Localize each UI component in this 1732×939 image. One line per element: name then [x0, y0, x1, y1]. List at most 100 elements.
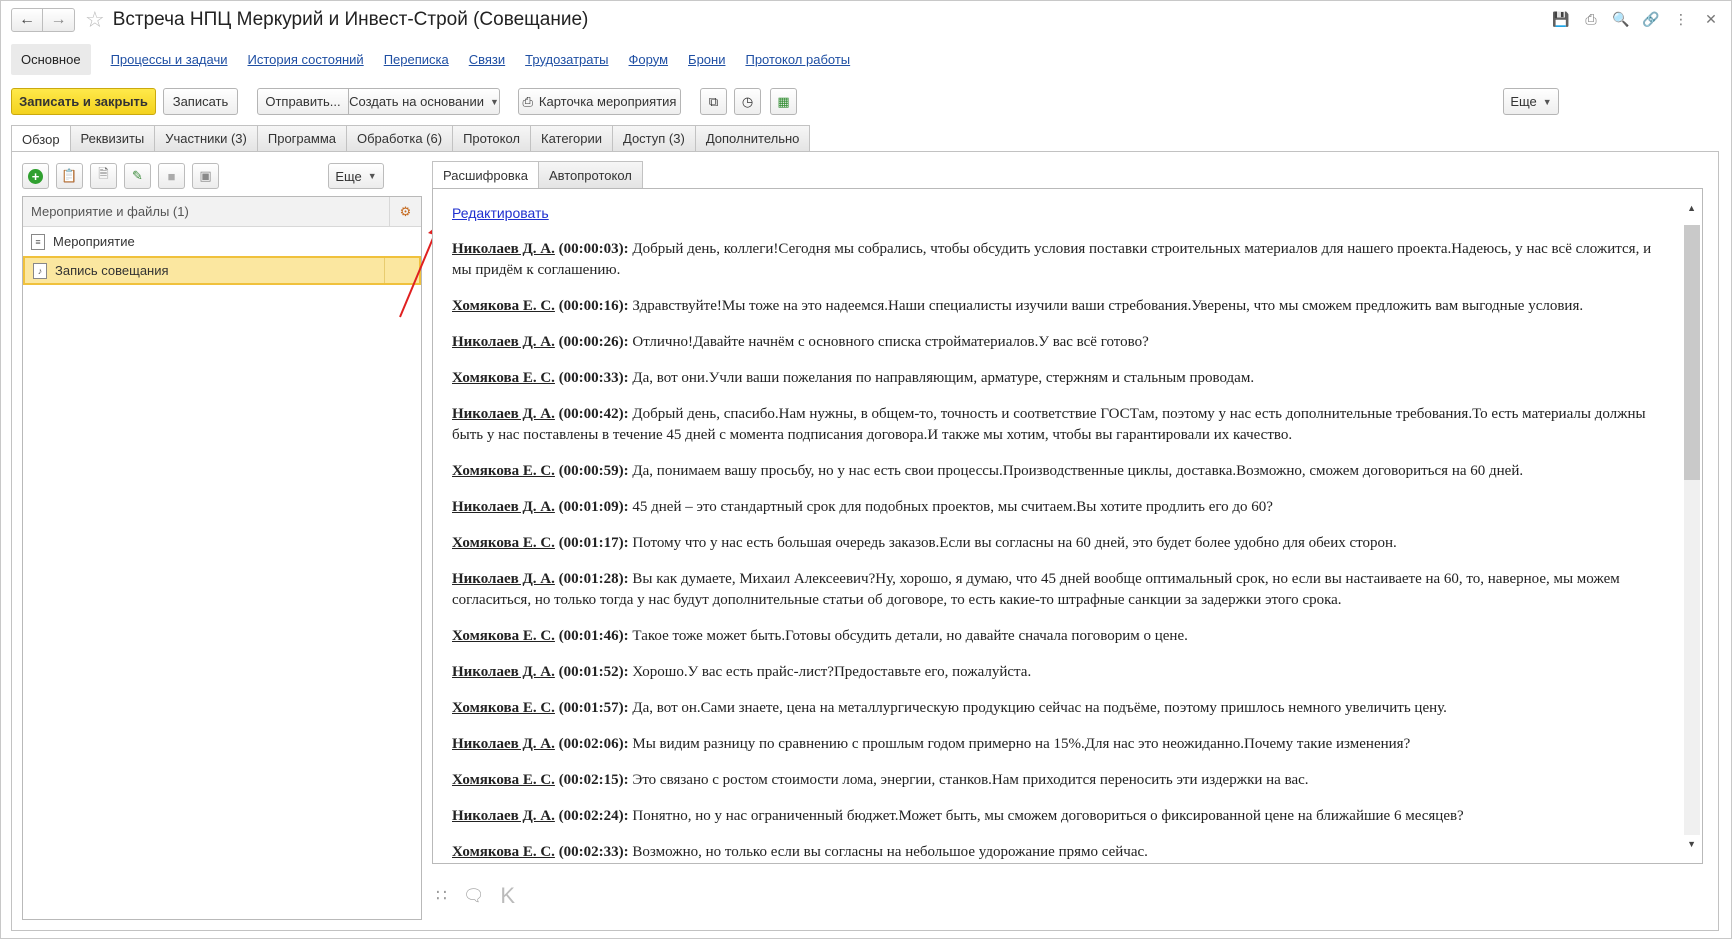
- event-card-button[interactable]: ⎙ Карточка мероприятия: [518, 88, 681, 115]
- section-history[interactable]: История состояний: [248, 52, 364, 67]
- utterance-text: Да, вот он.Сами знаете, цена на металлур…: [632, 700, 1447, 716]
- stamp-button[interactable]: ■: [158, 163, 185, 189]
- tab-transcript[interactable]: Расшифровка: [432, 161, 539, 188]
- utterance-text: Отлично!Давайте начнём с основного списк…: [632, 334, 1149, 350]
- add-button[interactable]: +: [22, 163, 49, 189]
- speaker-name: Хомякова Е. С.: [452, 628, 555, 644]
- create-based-button[interactable]: Создать на основании ▼: [348, 88, 500, 115]
- back-button[interactable]: ←: [11, 8, 43, 32]
- bottom-toolbar: ∷ 🗨 K: [436, 883, 515, 909]
- transcript-entry: Николаев Д. А. (00:01:09): 45 дней – это…: [452, 497, 1662, 518]
- scroll-thumb[interactable]: [1684, 225, 1700, 480]
- speaker-name: Николаев Д. А.: [452, 571, 555, 587]
- section-links: Основное Процессы и задачи История состо…: [11, 43, 850, 75]
- section-correspondence[interactable]: Переписка: [384, 52, 449, 67]
- tab-access[interactable]: Доступ (3): [612, 125, 696, 151]
- list-item-event[interactable]: ≡ Мероприятие: [23, 227, 421, 256]
- utterance-text: Добрый день, коллеги!Сегодня мы собралис…: [452, 241, 1652, 278]
- timestamp: (00:00:16):: [558, 298, 629, 314]
- section-bookings[interactable]: Брони: [688, 52, 725, 67]
- preview-icon[interactable]: 🔍: [1611, 9, 1631, 29]
- export-button[interactable]: ▦: [770, 88, 797, 115]
- tab-additional[interactable]: Дополнительно: [694, 125, 811, 151]
- utterance-text: Это связано с ростом стоимости лома, эне…: [632, 772, 1309, 788]
- tab-overview[interactable]: Обзор: [11, 125, 71, 152]
- document-icon: 🗎: [98, 166, 109, 181]
- more-label: Еще: [1510, 94, 1537, 109]
- main-toolbar: Записать и закрыть Записать Отправить...…: [11, 88, 1719, 116]
- speaker-name: Хомякова Е. С.: [452, 772, 555, 788]
- save-close-button[interactable]: Записать и закрыть: [11, 88, 156, 115]
- transcript-entry: Николаев Д. А. (00:01:52): Хорошо.У вас …: [452, 662, 1662, 683]
- comments-icon[interactable]: 🗨: [463, 886, 485, 906]
- chevron-down-icon: ▼: [367, 171, 377, 181]
- scroll-down-icon[interactable]: ▼: [1687, 839, 1696, 849]
- utterance-text: Да, понимаем вашу просьбу, но у нас есть…: [632, 463, 1524, 479]
- k-label[interactable]: K: [500, 883, 515, 909]
- arrow-right-icon: →: [50, 11, 67, 28]
- tab-processing[interactable]: Обработка (6): [346, 125, 454, 151]
- send-button[interactable]: Отправить...: [257, 88, 349, 115]
- transcript-entry: Николаев Д. А. (00:00:26): Отлично!Давай…: [452, 332, 1662, 353]
- transcript-entry: Хомякова Е. С. (00:02:33): Возможно, но …: [452, 842, 1662, 863]
- copy-button[interactable]: ⧉: [700, 88, 727, 115]
- tab-participants[interactable]: Участники (3): [154, 125, 258, 151]
- files-list: Мероприятие и файлы (1) ⚙ ≡ Мероприятие …: [22, 196, 422, 920]
- section-forum[interactable]: Форум: [629, 52, 669, 67]
- clock-icon: ◷: [741, 93, 754, 109]
- forward-button[interactable]: →: [43, 8, 75, 32]
- tab-program[interactable]: Программа: [256, 125, 347, 151]
- list-item-recording[interactable]: ♪ Запись совещания: [23, 256, 421, 285]
- scroll-up-icon[interactable]: ▲: [1687, 203, 1696, 213]
- clipboard-icon: 📋: [61, 168, 78, 183]
- structure-icon[interactable]: ∷: [436, 886, 447, 906]
- stamp-icon: ■: [167, 168, 176, 184]
- timestamp: (00:00:33):: [558, 370, 629, 386]
- section-work-log[interactable]: Протокол работы: [745, 52, 850, 67]
- files-more-button[interactable]: Еще ▼: [328, 163, 384, 189]
- timestamp: (00:02:33):: [558, 844, 629, 860]
- print-icon[interactable]: ⎙: [1581, 9, 1601, 29]
- section-links-tab[interactable]: Связи: [469, 52, 505, 67]
- link-icon[interactable]: 🔗: [1641, 9, 1661, 29]
- section-labor[interactable]: Трудозатраты: [525, 52, 608, 67]
- timestamp: (00:00:03):: [558, 241, 629, 257]
- timestamp: (00:00:59):: [558, 463, 629, 479]
- edit-file-button[interactable]: ✎: [124, 163, 151, 189]
- timestamp: (00:01:46):: [558, 628, 629, 644]
- timestamp: (00:00:42):: [558, 406, 629, 422]
- transcript-entry: Николаев Д. А. (00:00:42): Добрый день, …: [452, 404, 1662, 446]
- transcript-entry: Николаев Д. А. (00:01:28): Вы как думает…: [452, 569, 1662, 611]
- add-from-clipboard-button[interactable]: 📋: [56, 163, 83, 189]
- scan-button[interactable]: ▣: [192, 163, 219, 189]
- save-icon[interactable]: 💾: [1551, 9, 1571, 29]
- main-tabs: Обзор Реквизиты Участники (3) Программа …: [11, 125, 811, 152]
- tab-requisites[interactable]: Реквизиты: [69, 125, 156, 151]
- section-processes[interactable]: Процессы и задачи: [111, 52, 228, 67]
- tab-categories[interactable]: Категории: [530, 125, 613, 151]
- utterance-text: Хорошо.У вас есть прайс-лист?Предоставьт…: [632, 664, 1032, 680]
- save-button[interactable]: Записать: [163, 88, 238, 115]
- scroll-track[interactable]: [1684, 225, 1700, 835]
- transcript-panel[interactable]: Редактировать Николаев Д. А. (00:00:03):…: [432, 188, 1703, 864]
- scrollbar[interactable]: ▲ ▼: [1682, 189, 1702, 863]
- clock-button[interactable]: ◷: [734, 88, 761, 115]
- column-divider: [384, 258, 385, 283]
- transcript-entry: Хомякова Е. С. (00:01:46): Такое тоже мо…: [452, 626, 1662, 647]
- close-icon[interactable]: ✕: [1701, 9, 1721, 29]
- new-file-button[interactable]: 🗎: [90, 163, 117, 189]
- more-icon[interactable]: ⋮: [1671, 9, 1691, 29]
- edit-link[interactable]: Редактировать: [452, 205, 549, 221]
- more-button[interactable]: Еще ▼: [1503, 88, 1559, 115]
- transcript-entry: Николаев Д. А. (00:00:03): Добрый день, …: [452, 239, 1662, 281]
- section-main[interactable]: Основное: [11, 43, 91, 75]
- utterance-text: Такое тоже может быть.Готовы обсудить де…: [632, 628, 1188, 644]
- timestamp: (00:01:28):: [558, 571, 629, 587]
- speaker-name: Хомякова Е. С.: [452, 370, 555, 386]
- list-item-label: Запись совещания: [55, 263, 169, 278]
- favorite-star-icon[interactable]: ☆: [85, 9, 105, 31]
- tab-protocol[interactable]: Протокол: [452, 125, 531, 151]
- list-item-label: Мероприятие: [53, 234, 135, 249]
- tab-auto-protocol[interactable]: Автопротокол: [537, 161, 643, 188]
- create-based-label: Создать на основании: [349, 94, 484, 109]
